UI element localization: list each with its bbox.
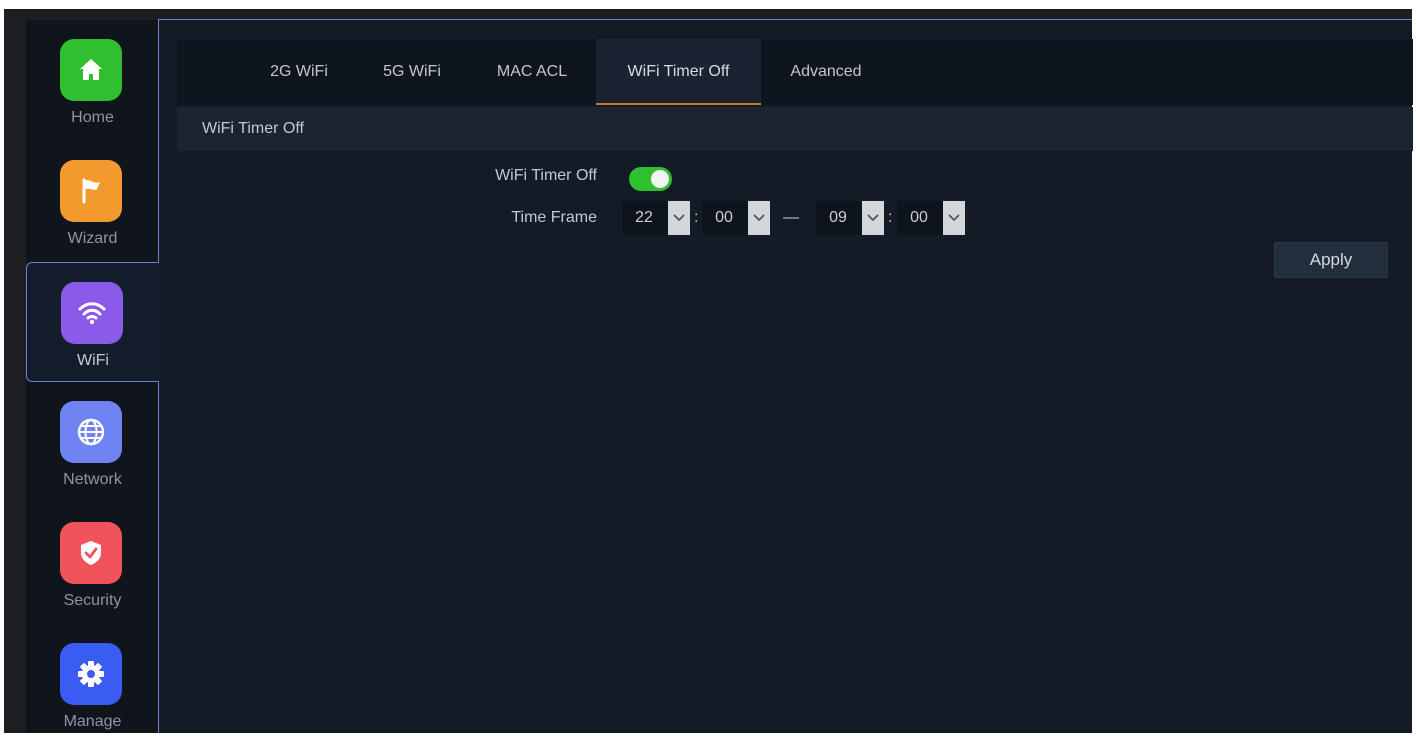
- shield-icon: [60, 522, 122, 584]
- chevron-down-icon: [943, 201, 965, 235]
- end-hour-select[interactable]: 09: [816, 201, 884, 235]
- gear-icon: [60, 643, 122, 705]
- sidebar-item-label: Manage: [63, 713, 122, 730]
- flag-icon: [60, 160, 122, 222]
- sidebar-item-wizard[interactable]: Wizard: [26, 141, 159, 261]
- tab-advanced[interactable]: Advanced: [778, 39, 874, 105]
- sidebar: Home Wizard WiFi Network Security Manage: [26, 20, 159, 733]
- start-hour-value: 22: [635, 209, 653, 226]
- start-hour-select[interactable]: 22: [622, 201, 690, 235]
- sidebar-item-label: Network: [63, 471, 122, 488]
- chevron-down-icon: [748, 201, 770, 235]
- tab-5g-wifi[interactable]: 5G WiFi: [373, 39, 451, 105]
- start-minute-select[interactable]: 00: [702, 201, 770, 235]
- section-title: WiFi Timer Off: [202, 120, 304, 137]
- wifi-icon: [61, 282, 123, 344]
- toggle-knob: [651, 170, 669, 188]
- sidebar-item-manage[interactable]: Manage: [26, 624, 159, 744]
- chevron-down-icon: [862, 201, 884, 235]
- end-minute-select[interactable]: 00: [897, 201, 965, 235]
- main-panel: 2G WiFi 5G WiFi MAC ACL WiFi Timer Off A…: [158, 19, 1413, 733]
- sidebar-item-wifi[interactable]: WiFi: [26, 262, 159, 382]
- tab-2g-wifi[interactable]: 2G WiFi: [257, 39, 341, 105]
- sidebar-item-label: Wizard: [67, 230, 118, 247]
- end-minute-value: 00: [910, 209, 928, 226]
- tab-bar: 2G WiFi 5G WiFi MAC ACL WiFi Timer Off A…: [177, 39, 1413, 105]
- sidebar-item-label: Home: [71, 109, 114, 126]
- end-hour-value: 09: [829, 209, 847, 226]
- section-header: WiFi Timer Off: [177, 107, 1413, 151]
- start-minute-value: 00: [715, 209, 733, 226]
- sidebar-item-home[interactable]: Home: [26, 20, 159, 140]
- globe-icon: [60, 401, 122, 463]
- wifi-timer-off-toggle[interactable]: [629, 167, 672, 191]
- sidebar-item-label: Security: [63, 592, 122, 609]
- chevron-down-icon: [668, 201, 690, 235]
- sidebar-item-network[interactable]: Network: [26, 382, 159, 502]
- sidebar-item-security[interactable]: Security: [26, 503, 159, 623]
- tab-wifi-timer-off[interactable]: WiFi Timer Off: [596, 39, 761, 105]
- sidebar-item-label: WiFi: [77, 352, 109, 369]
- apply-button[interactable]: Apply: [1274, 242, 1388, 278]
- tab-mac-acl[interactable]: MAC ACL: [483, 39, 581, 105]
- time-colon: :: [888, 209, 893, 226]
- time-frame-label: Time Frame: [511, 209, 597, 226]
- wifi-timer-off-label: WiFi Timer Off: [495, 167, 597, 184]
- home-icon: [60, 39, 122, 101]
- time-colon: :: [694, 209, 699, 226]
- range-separator: —: [783, 209, 799, 226]
